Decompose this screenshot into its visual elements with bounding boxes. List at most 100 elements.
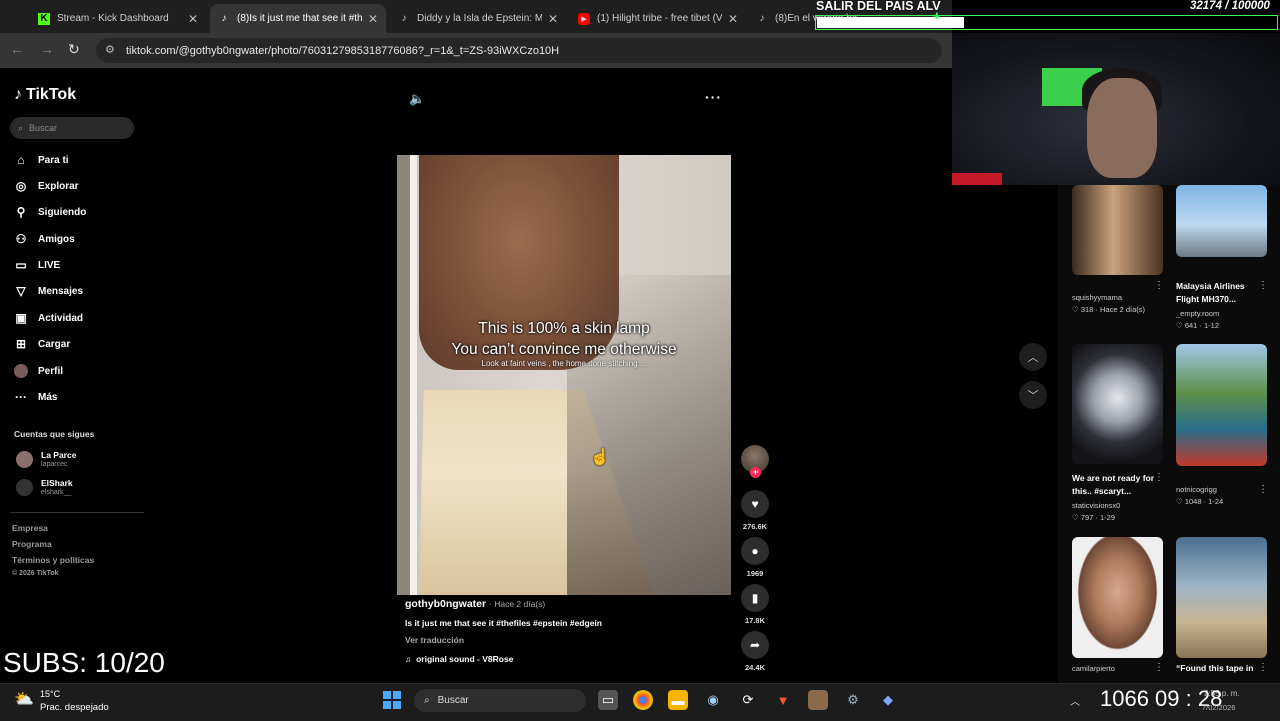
footer-link[interactable]: Programa: [12, 539, 52, 549]
url-field[interactable]: ⚙ tiktok.com/@gothyb0ngwater/photo/76031…: [96, 38, 942, 63]
video-thumbnail[interactable]: [1176, 537, 1267, 658]
weather-description[interactable]: Prac. despejado: [40, 702, 109, 713]
goal-title: SALIR DEL PAIS ALV: [816, 0, 941, 13]
tiktok-icon: ♪: [221, 13, 227, 24]
live-icon: ▭: [15, 258, 27, 272]
tab-kick-dashboard[interactable]: K Stream - Kick Dashboard ✕: [30, 4, 206, 33]
next-post-chevron-down-icon[interactable]: ﹀: [1019, 381, 1047, 409]
more-icon: ···: [15, 390, 27, 404]
video-thumbnail[interactable]: [1072, 537, 1163, 658]
close-icon[interactable]: ✕: [728, 12, 738, 26]
close-icon[interactable]: ✕: [548, 12, 558, 26]
video-author[interactable]: squishyymama: [1072, 293, 1122, 302]
steam-icon[interactable]: ◉: [703, 690, 723, 710]
brave-icon[interactable]: ▼: [773, 690, 793, 710]
kick-icon: K: [38, 12, 50, 25]
weather-temperature[interactable]: 15°C: [40, 689, 60, 699]
footer-link[interactable]: Empresa: [12, 523, 48, 533]
sidebar-item-live[interactable]: ▭ LIVE: [14, 258, 60, 272]
tab-tiktok-active[interactable]: ♪ (8)Is it just me that see it #th ✕: [210, 4, 386, 33]
overlay-caption: This is 100% a skin lamp: [478, 320, 650, 337]
sidebar-item-amigos[interactable]: ⚇ Amigos: [14, 232, 75, 246]
more-icon[interactable]: ⋮: [1154, 662, 1164, 673]
video-title[interactable]: Malaysia Airlines Flight MH370...: [1176, 280, 1264, 306]
sidebar-divider: [10, 512, 144, 513]
video-author[interactable]: notnicogrigg: [1176, 485, 1217, 494]
sidebar-item-perfil[interactable]: Perfil: [14, 364, 63, 378]
video-title[interactable]: We are not ready for this.. #scaryt...: [1072, 472, 1160, 498]
taskbar-date[interactable]: 7/02/2026: [1202, 703, 1235, 712]
following-section-title: Cuentas que sigues: [14, 429, 95, 439]
hand-cursor-icon: ☝: [590, 449, 610, 466]
heart-icon: ♥: [741, 490, 769, 518]
close-icon[interactable]: ✕: [188, 12, 198, 26]
minecraft-icon[interactable]: [808, 690, 828, 710]
translate-link[interactable]: Ver traducción: [405, 635, 464, 645]
video-thumbnail[interactable]: [1072, 344, 1163, 464]
sidebar-item-para-ti[interactable]: ⌂ Para ti: [14, 153, 68, 167]
footer-link[interactable]: Términos y políticas: [12, 555, 94, 565]
comment-button[interactable]: ● 1969: [741, 537, 769, 578]
video-thumbnail[interactable]: [1176, 185, 1267, 257]
tiktok-icon: ♪: [401, 13, 407, 24]
sidebar-item-mensajes[interactable]: ▽ Mensajes: [14, 284, 83, 298]
settings-gear-icon[interactable]: ⚙: [843, 690, 863, 710]
following-account[interactable]: ElShark elshark__: [16, 478, 73, 497]
weather-icon[interactable]: ⛅: [14, 689, 34, 709]
video-author[interactable]: camilarpierto: [1072, 664, 1115, 673]
previous-post-chevron-up-icon[interactable]: ︿: [1019, 343, 1047, 371]
more-icon[interactable]: ⋮: [1154, 280, 1164, 291]
video-author[interactable]: staticvisionsx0: [1072, 501, 1120, 510]
file-explorer-icon[interactable]: ▬: [668, 690, 688, 710]
overlay-subcaption: Look at faint veins , the home done stit…: [481, 359, 647, 368]
tab-youtube[interactable]: ▶ (1) Hilight tribe - free tibet (V ✕: [570, 4, 746, 33]
search-input[interactable]: ⌕ Buscar: [10, 117, 134, 139]
sidebar-item-siguiendo[interactable]: ⚲ Siguiendo: [14, 205, 87, 219]
video-title[interactable]: “Found this tape in: [1176, 662, 1264, 675]
sidebar-item-mas[interactable]: ··· Más: [14, 390, 57, 404]
chrome-icon[interactable]: [633, 690, 653, 710]
more-options-icon[interactable]: ···: [705, 89, 722, 105]
more-icon[interactable]: ⋮: [1258, 662, 1268, 673]
back-icon[interactable]: ←: [10, 41, 24, 57]
following-account[interactable]: La Parce laparcec: [16, 450, 76, 469]
taskbar-time[interactable]: 2:55 p. m.: [1204, 689, 1240, 698]
video-thumbnail[interactable]: [1176, 344, 1267, 466]
more-icon[interactable]: ⋮: [1258, 280, 1268, 291]
forward-icon[interactable]: →: [40, 41, 54, 57]
video-author[interactable]: _empty.room: [1176, 309, 1219, 318]
app-icon[interactable]: ⟳: [738, 690, 758, 710]
more-icon[interactable]: ⋮: [1154, 472, 1164, 483]
tiktok-logo[interactable]: ♪ TikTok: [14, 86, 76, 104]
video-stats: ♡ 641 · 1-12: [1176, 321, 1220, 330]
profile-icon: [14, 364, 28, 378]
app-diamond-icon[interactable]: ◆: [878, 690, 898, 710]
tab-diddy[interactable]: ♪ Diddy y la Isla de Epstein: M ✕: [390, 4, 566, 33]
follow-plus-icon[interactable]: +: [750, 467, 761, 478]
sound-link[interactable]: ♫ original sound - V8Rose: [405, 654, 513, 664]
sidebar-item-cargar[interactable]: ⊞ Cargar: [14, 337, 70, 351]
site-info-icon[interactable]: ⚙: [105, 43, 115, 56]
video-stats: ♡ 1048 · 1-24: [1176, 497, 1224, 506]
save-button[interactable]: ▮ 17.8K: [741, 584, 769, 625]
close-icon[interactable]: ✕: [368, 12, 378, 26]
subs-counter: SUBS: 10/20: [3, 647, 165, 678]
volume-icon[interactable]: 🔈: [409, 91, 425, 107]
task-view-icon[interactable]: ▭: [598, 690, 618, 710]
chevron-up-icon[interactable]: ︿: [1070, 693, 1080, 708]
avatar: [16, 479, 33, 496]
post-photo[interactable]: This is 100% a skin lamp You can’t convi…: [397, 155, 731, 595]
address-bar-row: ← → ↻ ⚙ tiktok.com/@gothyb0ngwater/photo…: [0, 33, 952, 68]
activity-icon: ▣: [15, 311, 27, 325]
like-button[interactable]: ♥ 276.6K: [741, 490, 769, 531]
video-thumbnail[interactable]: [1072, 185, 1163, 275]
post-author[interactable]: gothyb0ngwater · Hace 2 día(s): [405, 598, 545, 610]
windows-start-icon[interactable]: [383, 691, 401, 709]
sidebar-item-actividad[interactable]: ▣ Actividad: [14, 311, 83, 325]
more-icon[interactable]: ⋮: [1258, 484, 1268, 495]
reload-icon[interactable]: ↻: [68, 41, 80, 58]
compass-icon: ◎: [15, 179, 27, 193]
taskbar-search-input[interactable]: ⌕ Buscar: [414, 689, 586, 712]
sidebar-item-explorar[interactable]: ◎ Explorar: [14, 179, 79, 193]
share-button[interactable]: ➦ 24.4K: [741, 631, 769, 672]
